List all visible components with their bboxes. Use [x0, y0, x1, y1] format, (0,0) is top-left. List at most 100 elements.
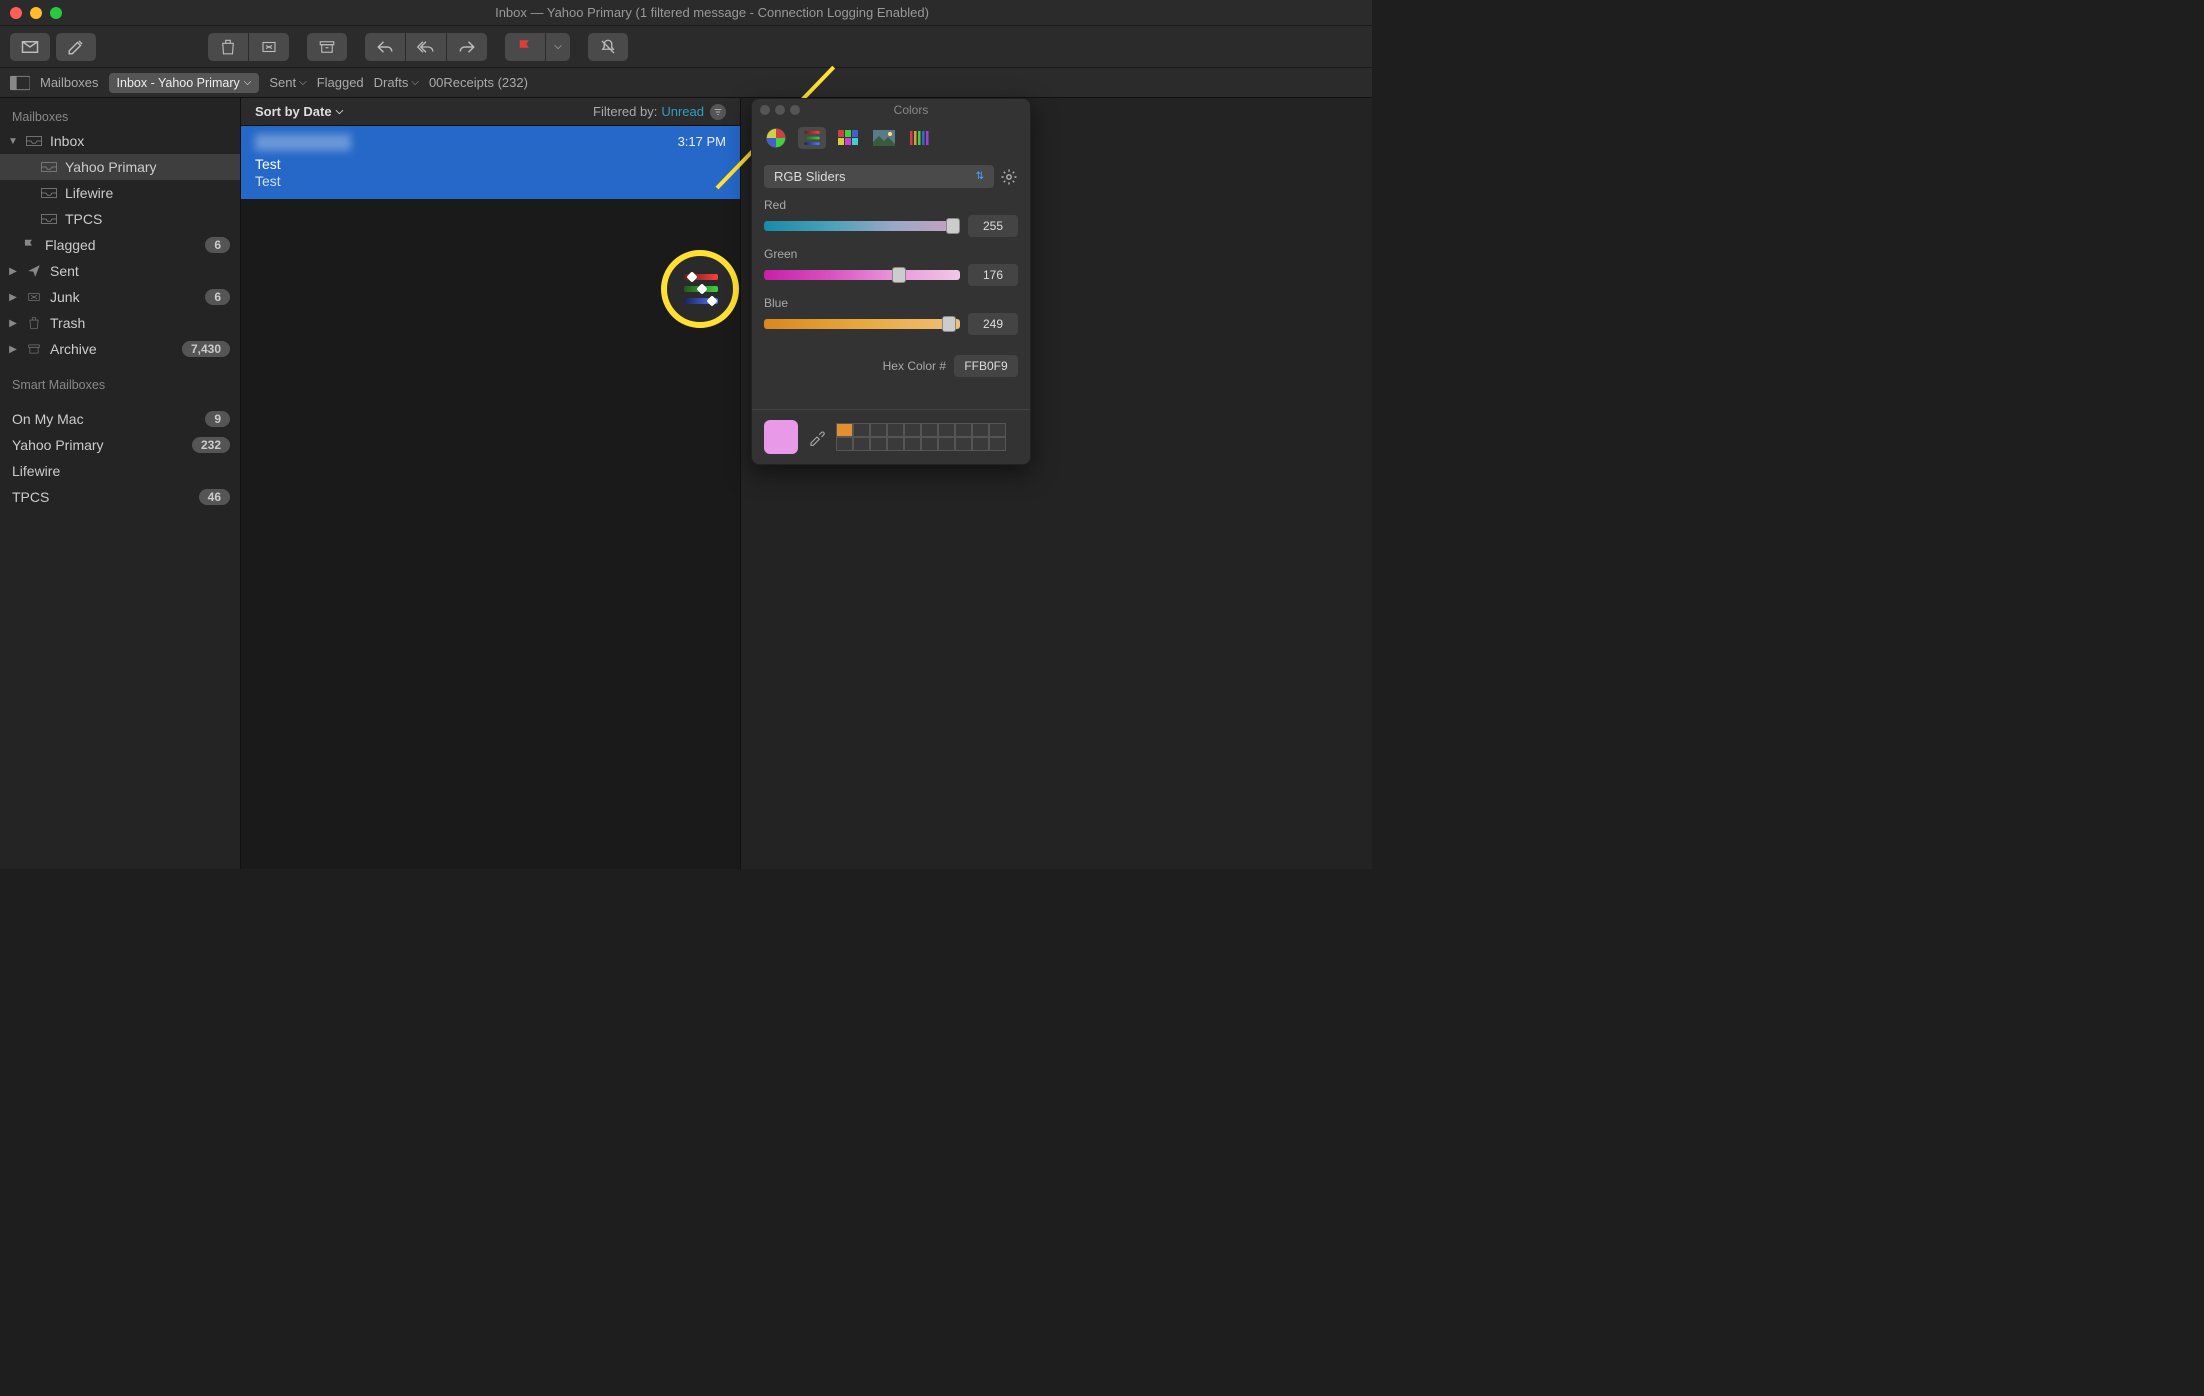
colors-panel-titlebar[interactable]: Colors	[752, 99, 1030, 121]
sidebar-toggle-icon[interactable]	[10, 75, 30, 91]
green-value-input[interactable]: 176	[968, 264, 1018, 286]
flag-button[interactable]	[505, 33, 545, 61]
trash-icon	[25, 316, 43, 330]
message-list-pane: Sort by Date ⌵ Filtered by: Unread 3:17 …	[241, 98, 741, 869]
swatch-cell[interactable]	[921, 423, 938, 437]
filter-toggle-button[interactable]	[710, 104, 726, 120]
blue-slider[interactable]	[764, 319, 960, 329]
panel-zoom-button[interactable]	[790, 105, 800, 115]
swatch-cell[interactable]	[887, 437, 904, 451]
forward-button[interactable]	[447, 33, 487, 61]
swatch-cell[interactable]	[938, 423, 955, 437]
sort-button[interactable]: Sort by Date ⌵	[255, 104, 343, 119]
favorite-drafts[interactable]: Drafts ⌵	[374, 75, 419, 90]
mailboxes-button[interactable]: Mailboxes	[40, 75, 99, 90]
sidebar-item-flagged[interactable]: Flagged 6	[0, 232, 240, 258]
pencils-mode[interactable]	[906, 127, 934, 149]
panel-close-button[interactable]	[760, 105, 770, 115]
message-row[interactable]: 3:17 PM Test Test	[241, 126, 740, 199]
swatch-cell[interactable]	[989, 423, 1006, 437]
disclosure-triangle-icon[interactable]: ▶	[8, 344, 18, 355]
favorite-receipts[interactable]: 00Receipts (232)	[429, 75, 528, 90]
color-palettes-mode[interactable]	[834, 127, 862, 149]
gear-icon[interactable]	[1000, 168, 1018, 186]
delete-button[interactable]	[208, 33, 248, 61]
sidebar-item-inbox[interactable]: ▼ Inbox	[0, 128, 240, 154]
favorite-sent[interactable]: Sent ⌵	[269, 75, 306, 90]
green-slider-label: Green	[764, 247, 1018, 261]
swatch-cell[interactable]	[836, 423, 853, 437]
eyedropper-icon[interactable]	[808, 428, 826, 446]
sidebar-item-archive[interactable]: ▶ Archive 7,430	[0, 336, 240, 362]
green-slider[interactable]	[764, 270, 960, 280]
disclosure-triangle-icon[interactable]: ▶	[8, 266, 18, 277]
filtered-by-value[interactable]: Unread	[661, 104, 704, 119]
bell-slash-icon	[599, 38, 617, 56]
mailbox-selector[interactable]: Inbox - Yahoo Primary ⌵	[109, 73, 260, 93]
swatch-cell[interactable]	[887, 423, 904, 437]
hex-color-input[interactable]: FFB0F9	[954, 355, 1018, 377]
message-sender-redacted	[255, 134, 351, 151]
sidebar-item-junk[interactable]: ▶ Junk 6	[0, 284, 240, 310]
color-wheel-mode[interactable]	[762, 127, 790, 149]
sidebar-item-sent[interactable]: ▶ Sent	[0, 258, 240, 284]
minimize-window-button[interactable]	[30, 7, 42, 19]
disclosure-triangle-icon[interactable]: ▼	[8, 136, 18, 147]
junk-button[interactable]	[249, 33, 289, 61]
sidebar-item-label: On My Mac	[12, 411, 198, 427]
swatch-cell[interactable]	[853, 423, 870, 437]
reply-all-button[interactable]	[406, 33, 446, 61]
color-sliders-mode[interactable]	[798, 127, 826, 149]
panel-minimize-button[interactable]	[775, 105, 785, 115]
sidebar-item-label: Trash	[50, 315, 230, 331]
flag-icon	[20, 238, 38, 252]
red-slider[interactable]	[764, 221, 960, 231]
swatch-cell[interactable]	[904, 423, 921, 437]
disclosure-triangle-icon[interactable]: ▶	[8, 292, 18, 303]
slider-thumb[interactable]	[946, 218, 960, 234]
get-mail-button[interactable]	[10, 33, 50, 61]
sidebar-item-lifewire-inbox[interactable]: Lifewire	[0, 180, 240, 206]
sidebar-item-on-my-mac[interactable]: On My Mac 9	[0, 406, 240, 432]
swatch-cell[interactable]	[870, 437, 887, 451]
swatch-cell[interactable]	[836, 437, 853, 451]
swatch-cell[interactable]	[955, 437, 972, 451]
slider-type-select[interactable]: RGB Sliders ⇅	[764, 165, 994, 188]
compose-button[interactable]	[56, 33, 96, 61]
swatch-cell[interactable]	[972, 423, 989, 437]
sidebar-item-yahoo-primary-inbox[interactable]: Yahoo Primary	[0, 154, 240, 180]
sidebar-item-tpcs-account[interactable]: TPCS 46	[0, 484, 240, 510]
message-list-header: Sort by Date ⌵ Filtered by: Unread	[241, 98, 740, 126]
disclosure-triangle-icon[interactable]: ▶	[8, 318, 18, 329]
slider-thumb[interactable]	[942, 316, 956, 332]
blue-value-input[interactable]: 249	[968, 313, 1018, 335]
swatch-cell[interactable]	[904, 437, 921, 451]
flag-menu-button[interactable]: ⌵	[546, 33, 570, 61]
filtered-by-label: Filtered by:	[593, 104, 657, 119]
zoom-window-button[interactable]	[50, 7, 62, 19]
red-value-input[interactable]: 255	[968, 215, 1018, 237]
sidebar-item-trash[interactable]: ▶ Trash	[0, 310, 240, 336]
sidebar-item-tpcs-inbox[interactable]: TPCS	[0, 206, 240, 232]
current-color-swatch[interactable]	[764, 420, 798, 454]
sidebar-item-lifewire-account[interactable]: Lifewire	[0, 458, 240, 484]
slider-thumb[interactable]	[892, 267, 906, 283]
sidebar-item-yahoo-primary-account[interactable]: Yahoo Primary 232	[0, 432, 240, 458]
sidebar-item-label: Junk	[50, 289, 198, 305]
swatch-cell[interactable]	[989, 437, 1006, 451]
swatch-cell[interactable]	[870, 423, 887, 437]
swatch-cell[interactable]	[853, 437, 870, 451]
swatch-cell[interactable]	[955, 423, 972, 437]
close-window-button[interactable]	[10, 7, 22, 19]
favorite-flagged[interactable]: Flagged	[317, 75, 364, 90]
mute-button[interactable]	[588, 33, 628, 61]
reply-button[interactable]	[365, 33, 405, 61]
swatch-cell[interactable]	[921, 437, 938, 451]
swatch-cell[interactable]	[938, 437, 955, 451]
junk-icon	[25, 290, 43, 304]
swatch-cell[interactable]	[972, 437, 989, 451]
color-wheel-icon	[765, 127, 787, 149]
archive-button[interactable]	[307, 33, 347, 61]
image-palettes-mode[interactable]	[870, 127, 898, 149]
sidebar: Mailboxes ▼ Inbox Yahoo Primary Lifewire…	[0, 98, 241, 869]
